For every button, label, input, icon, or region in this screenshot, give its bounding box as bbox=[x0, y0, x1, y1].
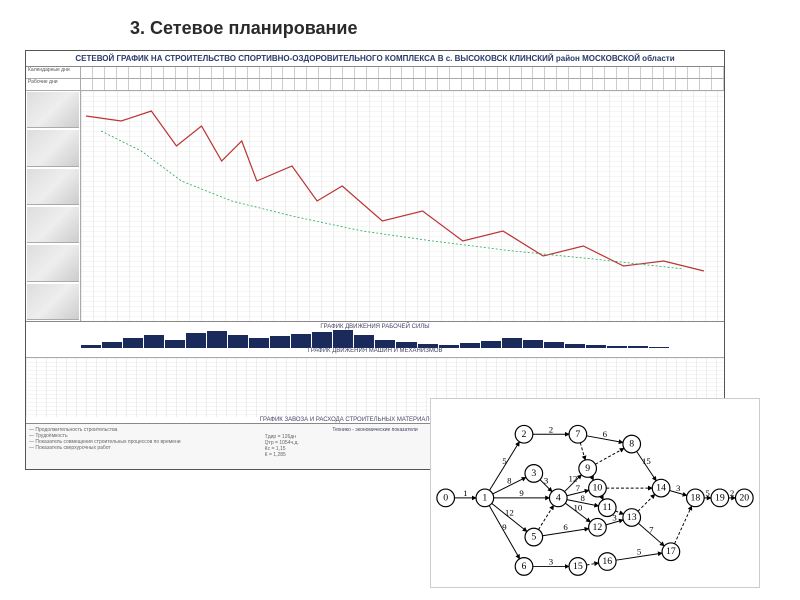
network-edge bbox=[580, 443, 585, 460]
chart-title: СЕТЕВОЙ ГРАФИК НА СТРОИТЕЛЬСТВО СПОРТИВН… bbox=[26, 51, 724, 67]
resource-bar bbox=[228, 335, 248, 348]
network-edge bbox=[595, 448, 624, 464]
node-label: 10 bbox=[593, 483, 603, 494]
edge-weight: 10 bbox=[573, 503, 582, 513]
gantt-thumb bbox=[27, 207, 79, 243]
gantt-thumb bbox=[27, 130, 79, 166]
resource-bar bbox=[249, 338, 269, 348]
edge-weight: 15 bbox=[642, 456, 651, 466]
node-label: 4 bbox=[556, 492, 561, 503]
edge-weight: 7 bbox=[576, 483, 581, 493]
node-label: 7 bbox=[575, 429, 580, 440]
resource-bar bbox=[460, 343, 480, 348]
resource-histogram bbox=[26, 330, 724, 348]
network-edge bbox=[601, 496, 603, 500]
edge-weight: 6 bbox=[603, 429, 608, 439]
edge-weight: 12 bbox=[505, 508, 514, 518]
legend-left: — Продолжительность строительства— Трудо… bbox=[29, 427, 250, 450]
resource-bar bbox=[586, 345, 606, 348]
network-edge bbox=[592, 476, 594, 480]
network-edge bbox=[538, 505, 553, 529]
resource-bar bbox=[502, 338, 522, 348]
resource-bar bbox=[291, 334, 311, 348]
resource-bar bbox=[544, 342, 564, 348]
edge-weight: 12 bbox=[569, 473, 578, 483]
node-label: 13 bbox=[627, 512, 637, 523]
resource-bar bbox=[270, 336, 290, 348]
resource-bar bbox=[165, 340, 185, 348]
gantt-thumbnails bbox=[26, 91, 81, 321]
edge-weight: 8 bbox=[507, 476, 512, 486]
node-label: 20 bbox=[739, 492, 749, 503]
node-label: 14 bbox=[656, 483, 666, 494]
gantt-grid bbox=[81, 91, 724, 321]
resource-bar bbox=[628, 346, 648, 348]
edge-weight: 5 bbox=[502, 456, 507, 466]
gantt-thumb bbox=[27, 169, 79, 205]
node-label: 1 bbox=[482, 492, 487, 503]
gantt-thumb bbox=[27, 92, 79, 128]
machines-title: ГРАФИК ДВИЖЕНИЯ МАШИН И МЕХАНИЗМОВ bbox=[26, 348, 724, 354]
node-label: 17 bbox=[666, 546, 676, 557]
edge-weight: 2 bbox=[549, 424, 553, 434]
resource-bar bbox=[607, 346, 627, 348]
edge-weight: 3 bbox=[544, 476, 549, 486]
resource-bar bbox=[81, 345, 101, 348]
resource-bar bbox=[333, 330, 353, 348]
node-label: 12 bbox=[593, 522, 603, 533]
network-diagram: 1589129236127810631535735201234567891011… bbox=[430, 398, 760, 588]
edge-weight: 1 bbox=[463, 488, 467, 498]
network-edge bbox=[587, 563, 599, 565]
critical-path-overlay bbox=[81, 91, 724, 321]
row-label: Рабочие дни bbox=[26, 79, 81, 90]
resource-bar bbox=[523, 340, 543, 348]
edge-weight: 9 bbox=[519, 488, 524, 498]
edge-weight: 7 bbox=[649, 525, 654, 535]
node-label: 9 bbox=[585, 463, 590, 474]
gantt-thumb bbox=[27, 284, 79, 320]
edge-weight: 8 bbox=[581, 493, 586, 503]
resource-bar bbox=[354, 335, 374, 348]
node-label: 0 bbox=[443, 492, 448, 503]
gantt-body bbox=[26, 91, 724, 321]
node-label: 16 bbox=[602, 556, 612, 567]
header-row-workdays: Рабочие дни bbox=[26, 79, 724, 91]
legend-line: — Показатель сверхурочных работ bbox=[29, 445, 250, 451]
node-label: 2 bbox=[522, 429, 527, 440]
node-label: 8 bbox=[629, 439, 634, 450]
node-label: 11 bbox=[603, 502, 613, 513]
edge-weight: 5 bbox=[637, 547, 642, 557]
resource-bar bbox=[207, 331, 227, 348]
chart-header: Календарные дни Рабочие дни bbox=[26, 67, 724, 91]
resource-bar bbox=[186, 333, 206, 348]
row-label: Календарные дни bbox=[26, 67, 81, 78]
node-label: 5 bbox=[531, 532, 536, 543]
edge-weight: 3 bbox=[676, 483, 681, 493]
edge-weight: 3 bbox=[549, 556, 554, 566]
resource-bar bbox=[312, 332, 332, 348]
node-label: 15 bbox=[573, 561, 583, 572]
resource-bar bbox=[649, 347, 669, 348]
page-title: 3. Сетевое планирование bbox=[130, 18, 357, 39]
network-edge bbox=[675, 506, 692, 544]
resource-bar bbox=[565, 344, 585, 348]
node-label: 6 bbox=[522, 561, 527, 572]
resource-bar bbox=[144, 335, 164, 348]
node-label: 19 bbox=[715, 492, 725, 503]
resource-bar bbox=[481, 341, 501, 348]
gantt-thumb bbox=[27, 245, 79, 281]
edge-weight: 9 bbox=[502, 522, 507, 532]
resource-bar bbox=[123, 338, 143, 348]
edge-weight: 2 bbox=[730, 488, 734, 498]
resource-bar bbox=[102, 342, 122, 348]
network-edge bbox=[638, 494, 655, 511]
edge-weight: 5 bbox=[705, 488, 710, 498]
node-label: 3 bbox=[531, 468, 536, 479]
edge-weight: 6 bbox=[563, 522, 568, 532]
node-label: 18 bbox=[690, 492, 700, 503]
header-row-calendar: Календарные дни bbox=[26, 67, 724, 79]
resource-bar bbox=[375, 340, 395, 348]
